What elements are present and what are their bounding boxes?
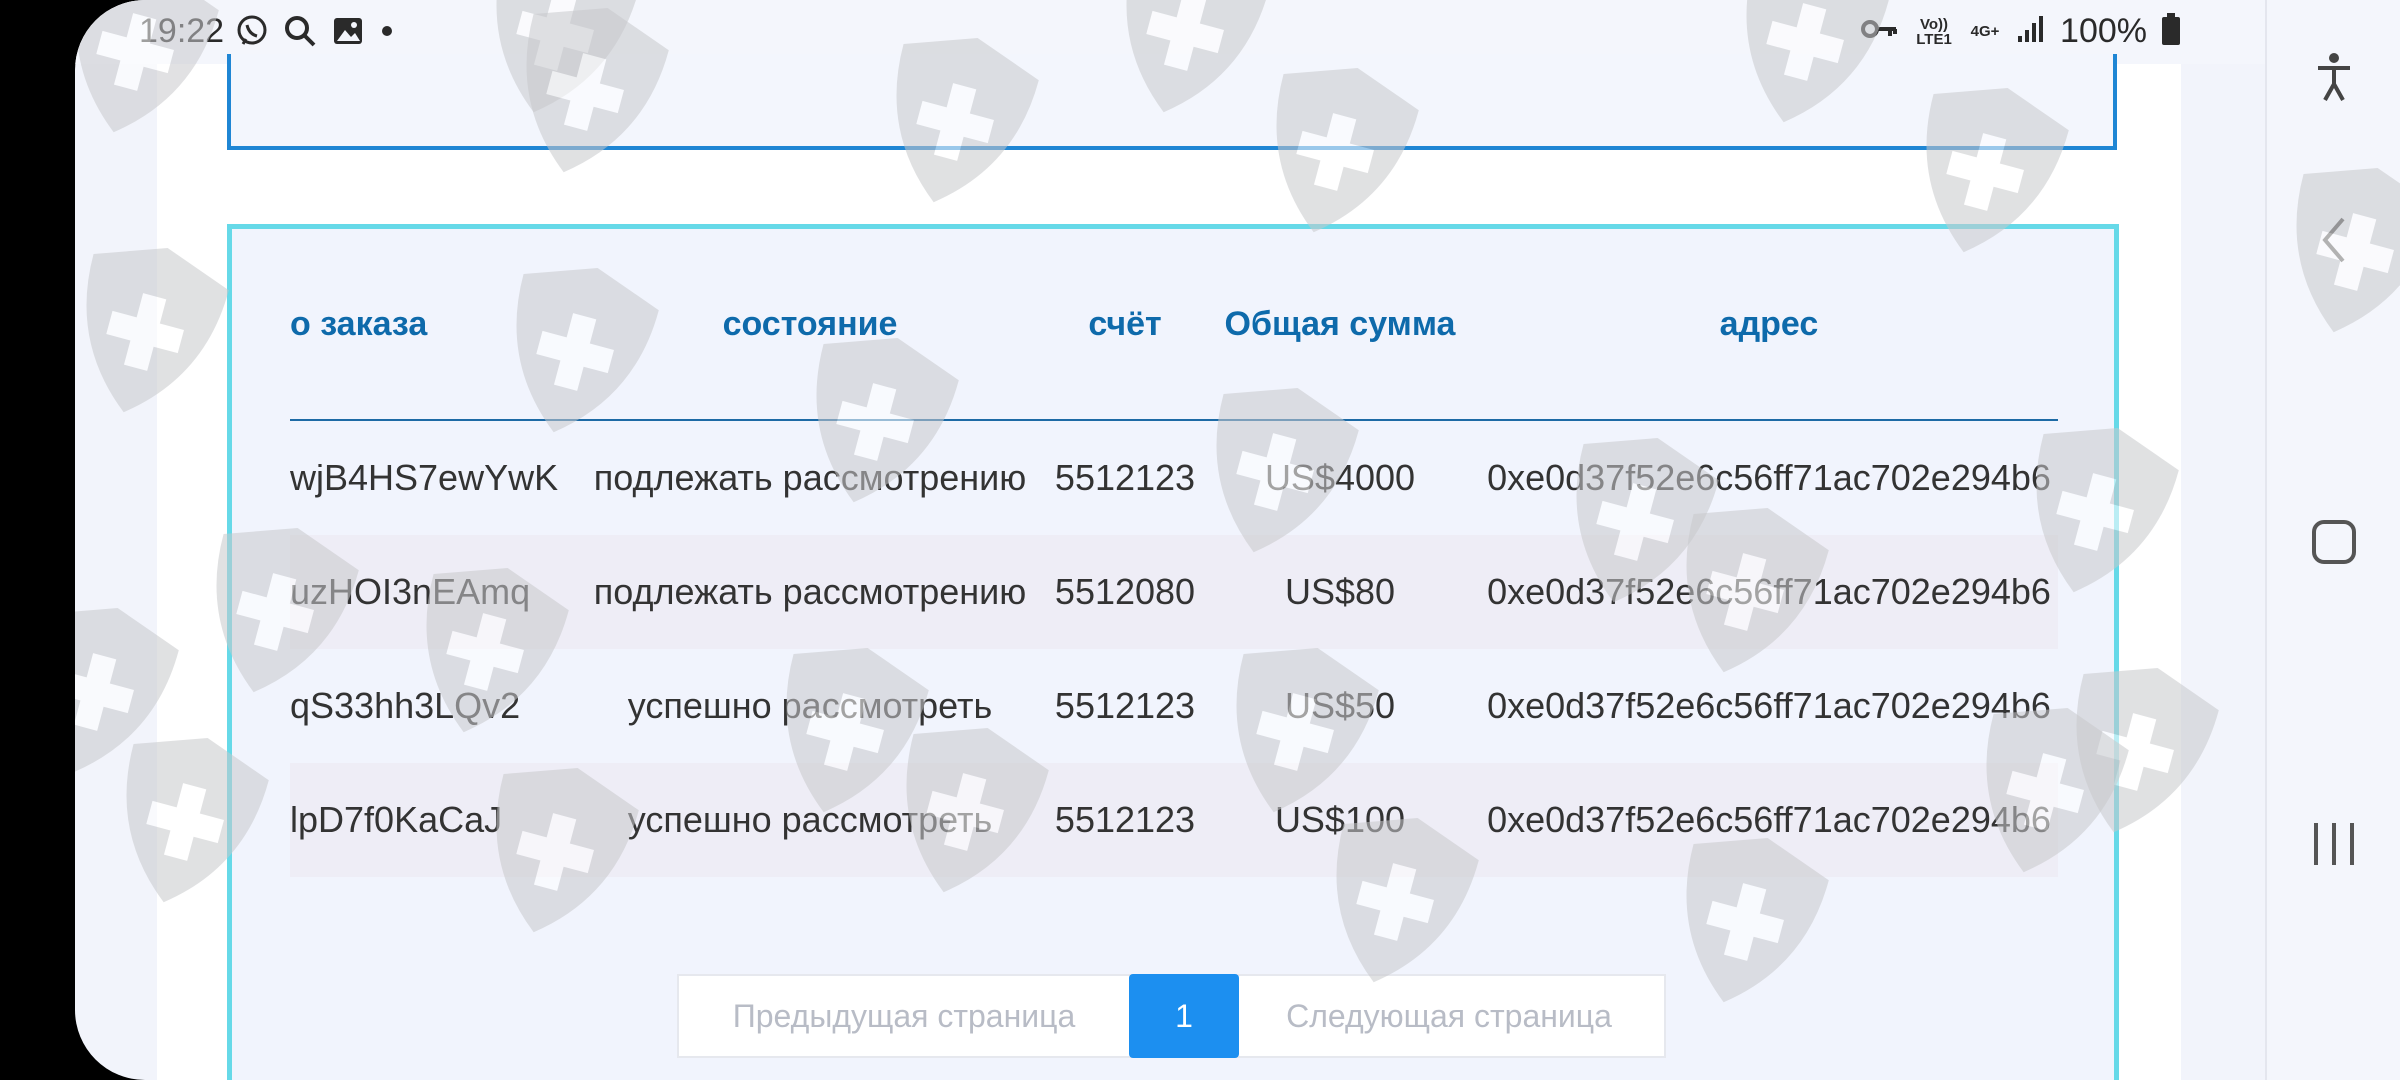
cell-order-no: uzHOI3nEAmq	[290, 571, 531, 612]
accessibility-icon[interactable]	[2302, 45, 2366, 109]
gallery-icon	[331, 14, 365, 53]
orders-table: о заказа состояние счёт Общая сумма адре…	[290, 229, 2058, 877]
network-type-label: 4G+	[1970, 23, 2000, 40]
header-status: состояние	[722, 304, 898, 343]
cell-order-no: lpD7f0KaCaJ	[290, 799, 503, 840]
header-address: адрес	[1719, 304, 1819, 343]
header-order-no: о заказа	[290, 304, 428, 343]
header-account: счёт	[1088, 304, 1162, 343]
cell-status: успешно рассмотреть	[627, 799, 993, 840]
cell-status: успешно рассмотреть	[627, 685, 993, 726]
network-lte-label: Vo)) LTE1	[1916, 15, 1952, 48]
orders-card: о заказа состояние счёт Общая сумма адре…	[227, 224, 2119, 1080]
cell-total: US$100	[1274, 799, 1406, 840]
pagination: Предыдущая страница 1 Следующая страница	[677, 974, 1666, 1058]
recents-icon[interactable]	[2302, 812, 2366, 876]
phone-screen: 19:22 Vo)) LTE1 4G+ 100% о заказа состоя…	[75, 0, 2400, 1080]
table-header: о заказа состояние счёт Общая сумма адре…	[290, 229, 2058, 421]
battery-percent: 100%	[2060, 12, 2147, 50]
table-row[interactable]: qS33hh3LQv2 успешно рассмотреть 5512123 …	[290, 649, 2058, 763]
table-row[interactable]: uzHOI3nEAmq подлежать рассмотрению 55120…	[290, 535, 2058, 649]
cell-account: 5512123	[1054, 799, 1196, 840]
cell-order-no: wjB4HS7ewYwK	[290, 457, 559, 498]
cell-account: 5512123	[1054, 685, 1196, 726]
cell-status: подлежать рассмотрению	[593, 457, 1027, 498]
next-page-button[interactable]: Следующая страница	[1239, 998, 1659, 1035]
top-card	[227, 54, 2117, 150]
navigation-bar	[2265, 0, 2400, 1080]
cell-address: 0xe0d37f52e6c56ff71ac702e294b6	[1487, 799, 2051, 840]
home-icon[interactable]	[2302, 510, 2366, 574]
cell-address: 0xe0d37f52e6c56ff71ac702e294b6	[1487, 571, 2051, 612]
dot-icon	[379, 23, 395, 44]
key-icon	[1860, 17, 1900, 46]
cell-address: 0xe0d37f52e6c56ff71ac702e294b6	[1487, 457, 2051, 498]
cell-total: US$80	[1284, 571, 1396, 612]
back-icon[interactable]	[2302, 208, 2366, 272]
status-time: 19:22	[139, 12, 225, 50]
cell-total: US$50	[1284, 685, 1396, 726]
page-1-button[interactable]: 1	[1129, 974, 1239, 1058]
table-row[interactable]: wjB4HS7ewYwK подлежать рассмотрению 5512…	[290, 421, 2058, 535]
cell-address: 0xe0d37f52e6c56ff71ac702e294b6	[1487, 685, 2051, 726]
prev-page-button[interactable]: Предыдущая страница	[679, 998, 1129, 1035]
battery-icon	[2161, 12, 2181, 51]
search-icon	[283, 14, 317, 53]
cell-order-no: qS33hh3LQv2	[290, 685, 521, 726]
page-content: о заказа состояние счёт Общая сумма адре…	[157, 54, 2181, 1080]
cell-account: 5512080	[1054, 571, 1196, 612]
header-total: Общая сумма	[1224, 304, 1456, 343]
viber-icon	[235, 14, 269, 53]
signal-icon	[2016, 14, 2046, 49]
cell-status: подлежать рассмотрению	[593, 571, 1027, 612]
table-row[interactable]: lpD7f0KaCaJ успешно рассмотреть 5512123 …	[290, 763, 2058, 877]
cell-account: 5512123	[1054, 457, 1196, 498]
cell-total: US$4000	[1264, 457, 1416, 498]
